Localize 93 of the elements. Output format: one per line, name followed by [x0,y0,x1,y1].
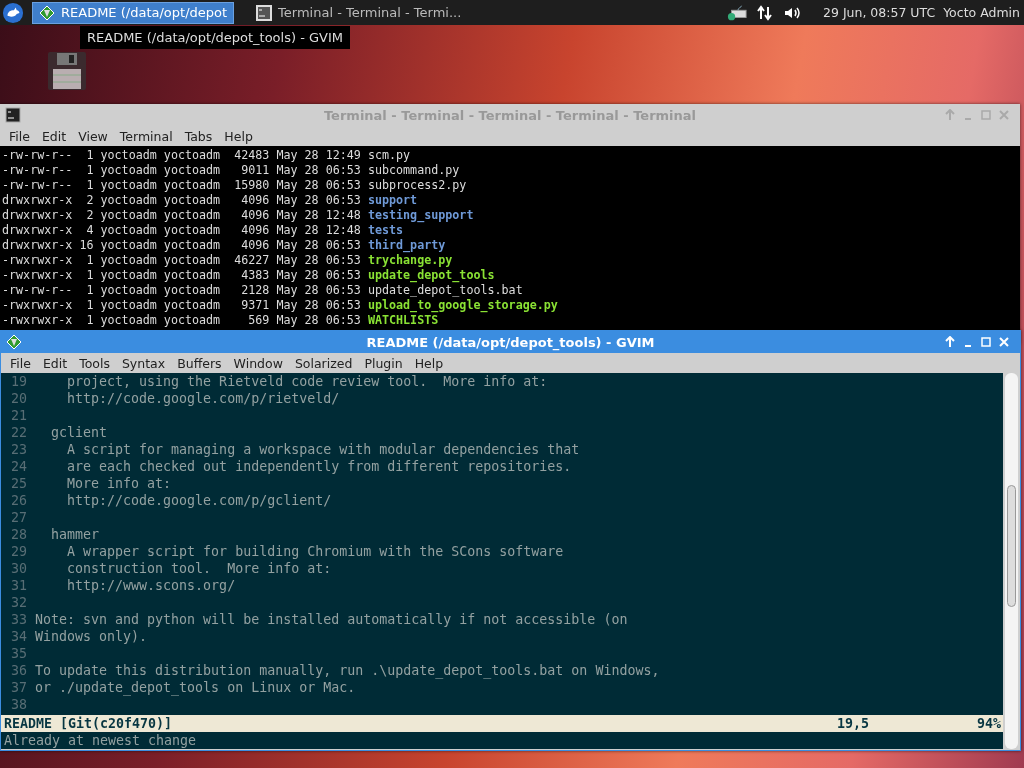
line-number: 28 [10,526,28,543]
file-status: README [Git(c20f470)] [4,715,173,732]
line-number: 38 [10,696,28,713]
text-line: construction tool. More info at: [66,560,332,577]
file-name: support [367,193,418,208]
file-details: -rwxrwxr-x 1 yoctoadm yoctoadm 46227 May 28 06:53 [2,253,361,268]
text-line: hammer [50,526,100,543]
menu-item[interactable]: Edit [36,355,74,371]
text-line: or ./update_depot_tools on Linux or Mac. [35,679,356,696]
editor-icon [39,4,55,21]
text-line: http://code.google.com/p/gclient/ [66,492,332,509]
terminal-icon [5,107,21,123]
file-name: subprocess2.py [367,178,467,193]
clock[interactable]: 29 Jun, 08:57 UTC [823,5,936,20]
text-line: http://code.google.com/p/rietveld/ [66,390,340,407]
file-details: -rw-rw-r-- 1 yoctoadm yoctoadm 9011 May 28 06:53 [2,163,361,178]
file-name: update_depot_tools [367,268,495,283]
line-number: 21 [10,407,28,424]
text-line: project, using the Rietveld code review tool. More info at: [66,373,548,390]
menu-item[interactable]: Tools [73,355,116,371]
scrollbar-thumb[interactable] [1007,485,1016,607]
file-details: drwxrwxr-x 4 yoctoadm yoctoadm 4096 May 28 12:48 [2,223,361,238]
menu-item[interactable]: File [3,128,36,144]
scrollbar[interactable] [1005,373,1018,749]
menu-item[interactable]: Edit [35,128,73,144]
start-menu-icon[interactable] [2,1,24,24]
menu-item[interactable]: Syntax [115,355,172,371]
file-details: -rw-rw-r-- 1 yoctoadm yoctoadm 15980 May 28 06:53 [2,178,361,193]
text-line: A script for managing a workspace with modular dependencies that [66,441,580,458]
file-name: update_depot_tools.bat [367,283,523,298]
line-number: 37 [10,679,28,696]
menu-item[interactable]: File [4,355,37,371]
line-number: 25 [10,475,28,492]
scroll-percent: 94% [977,715,1003,732]
file-name: testing_support [367,208,474,223]
file-details: -rw-rw-r-- 1 yoctoadm yoctoadm 42483 May 28 12:49 [2,148,361,163]
menu-item[interactable]: Tabs [178,128,219,144]
line-number: 19 [10,373,28,390]
menu-item[interactable]: Solarized [288,355,359,371]
text-line: gclient [50,424,108,441]
menu-item[interactable]: Help [218,128,259,144]
editor-icon [6,334,22,350]
line-number: 35 [10,645,28,662]
line-number: 20 [10,390,28,407]
text-line: A wrapper script for building Chromium with the SCons software [66,543,564,560]
text-line: http://www.scons.org/ [66,577,236,594]
file-name: upload_to_google_storage.py [367,298,558,313]
file-details: drwxrwxr-x 16 yoctoadm yoctoadm 4096 May 28 06:53 [2,238,361,253]
line-number: 22 [10,424,28,441]
network-arrows-icon[interactable] [755,4,775,21]
menu-item[interactable]: Window [227,355,289,371]
line-number: 30 [10,560,28,577]
line-number: 32 [10,594,28,611]
file-details: -rwxrwxr-x 1 yoctoadm yoctoadm 569 May 28 06:53 [2,313,361,328]
text-line: Windows only). [35,628,148,645]
tooltip: README (/data/opt/depot_tools) - GVIM [80,26,350,49]
terminal-icon [256,4,273,21]
text-line: To update this distribution manually, run .\update_depot_tools.bat on Windows, [35,662,660,679]
command-message: Already at newest change [3,732,198,749]
menu-item[interactable]: Plugin [358,355,409,371]
menu-item[interactable]: Terminal [113,128,179,144]
text-line: are each checked out independently from different repositories. [66,458,572,475]
line-number: 27 [10,509,28,526]
line-number: 33 [10,611,28,628]
menu-item[interactable]: View [72,128,114,144]
file-details: -rw-rw-r-- 1 yoctoadm yoctoadm 2128 May 28 06:53 [2,283,361,298]
taskbar-button[interactable]: README (/data/opt/depot [32,1,235,24]
line-number: 29 [10,543,28,560]
file-name: third_party [367,238,446,253]
user-name[interactable]: Yocto Admin [943,5,1020,20]
text-line: Note: svn and python will be installed automatically if not accessible (on [35,611,628,628]
line-number: 31 [10,577,28,594]
file-name: trychange.py [367,253,453,268]
file-name: scm.py [367,148,411,163]
taskbar-button[interactable]: Terminal - Terminal - Termi... [250,1,468,24]
keyboard-icon[interactable] [727,4,747,21]
line-number: 23 [10,441,28,458]
menu-item[interactable]: Buffers [171,355,228,371]
file-name: WATCHLISTS [367,313,439,328]
file-details: -rwxrwxr-x 1 yoctoadm yoctoadm 4383 May 28 06:53 [2,268,361,283]
cursor-position: 19,5 [837,715,871,732]
file-name: subcommand.py [367,163,460,178]
file-name: tests [367,223,404,238]
menu-item[interactable]: Help [408,355,450,371]
line-number: 24 [10,458,28,475]
line-number: 34 [10,628,28,645]
file-details: drwxrwxr-x 2 yoctoadm yoctoadm 4096 May 28 12:48 [2,208,361,223]
file-details: -rwxrwxr-x 1 yoctoadm yoctoadm 9371 May 28 06:53 [2,298,361,313]
window-title: README (/data/opt/depot_tools) - GVIM [366,334,655,350]
line-number: 26 [10,492,28,509]
line-number: 36 [10,662,28,679]
text-line: More info at: [66,475,172,492]
file-details: drwxrwxr-x 2 yoctoadm yoctoadm 4096 May 28 06:53 [2,193,361,208]
